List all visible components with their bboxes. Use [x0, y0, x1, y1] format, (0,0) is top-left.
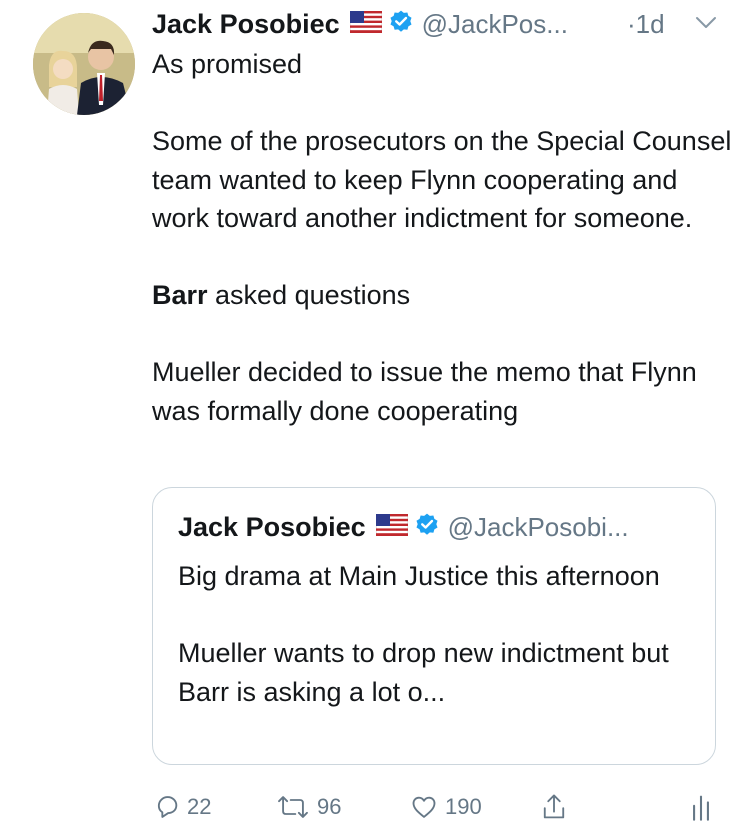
- tweet-text-paragraph: Barr asked questions: [152, 276, 732, 315]
- share-icon: [543, 794, 565, 819]
- quoted-text-paragraph: Big drama at Main Justice this afternoon: [178, 561, 660, 591]
- bold-word: Barr: [152, 280, 208, 310]
- tweet-text-span: asked questions: [207, 280, 411, 310]
- author-name[interactable]: Jack Posobiec: [152, 9, 340, 40]
- avatar[interactable]: [33, 13, 135, 115]
- quoted-author-handle: @JackPosobi...: [447, 511, 629, 542]
- retweet-button[interactable]: 96: [275, 785, 341, 829]
- retweet-icon: [278, 796, 308, 818]
- reply-count: 22: [187, 794, 212, 819]
- analytics-button[interactable]: [689, 785, 713, 829]
- quoted-text-paragraph: Mueller wants to drop new indictment but…: [178, 638, 669, 707]
- tweet-actions: 22 96 190: [0, 785, 749, 830]
- tweet-text-paragraph: Some of the prosecutors on the Special C…: [152, 126, 732, 233]
- share-button[interactable]: [540, 785, 568, 829]
- avatar-photo: [33, 13, 135, 115]
- quoted-tweet[interactable]: Jack Posobiec @JackPosobi... Big drama a…: [152, 487, 716, 765]
- analytics-icon: [693, 795, 709, 821]
- us-flag-icon: [349, 10, 382, 38]
- retweet-count: 96: [317, 794, 342, 819]
- chevron-down-icon[interactable]: [694, 14, 718, 37]
- tweet-header: Jack Posobiec @JackPos...: [152, 5, 568, 43]
- quoted-tweet-header: Jack Posobiec @JackPosobi...: [178, 510, 629, 544]
- like-count: 190: [445, 794, 482, 819]
- reply-button[interactable]: 22: [153, 785, 211, 829]
- quoted-author-name: Jack Posobiec: [178, 511, 366, 542]
- us-flag-icon: [375, 513, 408, 541]
- tweet-text: As promised Some of the prosecutors on t…: [152, 45, 732, 430]
- verified-badge-icon: [388, 9, 414, 40]
- like-button[interactable]: 190: [409, 785, 482, 829]
- reply-icon: [157, 796, 178, 818]
- heart-icon: [412, 796, 436, 818]
- author-handle[interactable]: @JackPos...: [422, 9, 568, 40]
- tweet-text-paragraph: Mueller decided to issue the memo that F…: [152, 357, 697, 426]
- tweet-text-line: As promised: [152, 49, 303, 79]
- quoted-tweet-text: Big drama at Main Justice this afternoon…: [178, 557, 698, 711]
- verified-badge-icon: [414, 512, 440, 543]
- tweet-timestamp[interactable]: ·1d: [627, 5, 665, 43]
